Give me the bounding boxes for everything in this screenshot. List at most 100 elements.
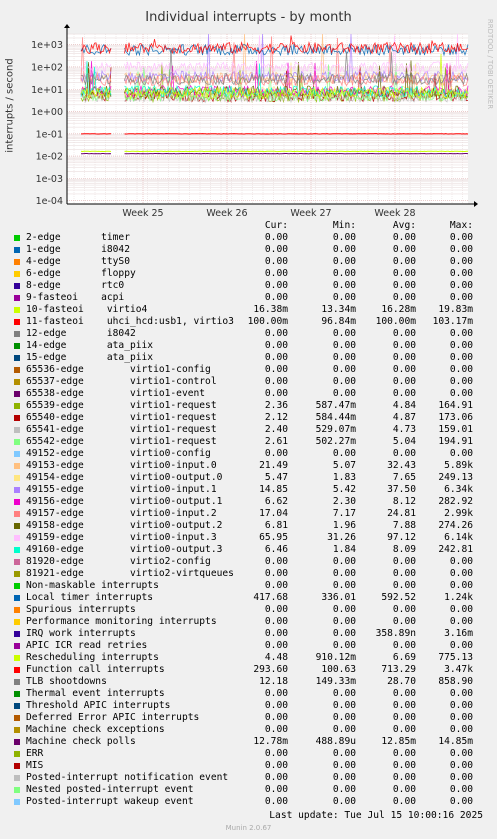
legend-cur-value: 6.46 xyxy=(264,544,288,555)
legend-cur-value: 0.00 xyxy=(264,244,288,255)
legend-row: TLB shootdowns 12.18 149.33m 28.70 858.90 xyxy=(0,676,497,688)
legend-swatch xyxy=(14,487,20,493)
legend-row: Function call interrupts 293.60 100.63 713.… xyxy=(0,664,497,676)
y-tick-label: 1e-04 xyxy=(36,196,63,207)
legend-swatch xyxy=(14,271,20,277)
legend-label: 9-fasteoi acpi xyxy=(26,292,125,303)
legend-swatch xyxy=(14,727,20,733)
legend-row: 8-edge rtc0 0.00 0.00 0.00 0.00 xyxy=(0,280,497,292)
legend-label: Non-maskable interrupts xyxy=(26,580,159,591)
legend-label: 65540-edge virtio1-request xyxy=(26,412,217,423)
legend-cur-value: 0.00 xyxy=(264,256,288,267)
legend-cur-value: 0.00 xyxy=(264,388,288,399)
legend-row: Machine check exceptions 0.00 0.00 0.00 0.00 xyxy=(0,724,497,736)
legend-max-value: 3.47k xyxy=(444,664,473,675)
legend-cur-value: 0.00 xyxy=(264,580,288,591)
legend-label: Machine check polls xyxy=(26,736,136,747)
legend-max-value: 3.16m xyxy=(444,628,473,639)
legend-max-value: 159.01 xyxy=(438,424,473,435)
legend-row: 15-edge ata_piix 0.00 0.00 0.00 0.00 xyxy=(0,352,497,364)
legend-swatch xyxy=(14,463,20,469)
legend-row: 11-fasteoi uhci_hcd:usb1, virtio3 100.00m… xyxy=(0,316,497,328)
legend-swatch xyxy=(14,571,20,577)
y-axis-arrow xyxy=(64,24,70,28)
legend-label: 49158-edge virtio0-output.2 xyxy=(26,520,223,531)
legend-row: Non-maskable interrupts 0.00 0.00 0.00 0.00 xyxy=(0,580,497,592)
legend-header-row: Cur: Min: Avg: Max: xyxy=(0,220,497,232)
legend-row: 65540-edge virtio1-request 2.12 584.44m 4.8… xyxy=(0,412,497,424)
legend-max-value: 249.13 xyxy=(438,472,473,483)
legend-max-value: 0.00 xyxy=(449,232,473,243)
legend-cur-value: 0.00 xyxy=(264,568,288,579)
legend-swatch xyxy=(14,235,20,241)
legend-swatch xyxy=(14,307,20,313)
legend-swatch xyxy=(14,667,20,673)
munin-version: Munin 2.0.67 xyxy=(225,824,272,832)
legend-cur-value: 12.78m xyxy=(253,736,288,747)
legend-cur-value: 6.81 xyxy=(264,520,288,531)
legend-max-value: 0.00 xyxy=(449,796,473,807)
legend-max-value: 0.00 xyxy=(449,376,473,387)
legend-max-value: 194.91 xyxy=(438,436,473,447)
y-tick-label: 1e+00 xyxy=(31,107,63,118)
legend-cur-value: 14.85 xyxy=(259,484,288,495)
last-update: Last update: Tue Jul 15 10:00:16 2025 xyxy=(269,810,483,821)
legend-cur-value: 6.62 xyxy=(264,496,288,507)
legend-label: 81920-edge virtio2-config xyxy=(26,556,211,567)
legend-label: 49152-edge virtio0-config xyxy=(26,448,211,459)
legend-row: Performance monitoring interrupts 0.00 0.0… xyxy=(0,616,497,628)
legend-row: 2-edge timer 0.00 0.00 0.00 0.00 xyxy=(0,232,497,244)
legend-label: 10-fasteoi virtio4 xyxy=(26,304,148,315)
legend-swatch xyxy=(14,283,20,289)
legend-label: 49157-edge virtio0-input.2 xyxy=(26,508,217,519)
legend-cur-value: 0.00 xyxy=(264,232,288,243)
legend-cur-value: 0.00 xyxy=(264,748,288,759)
legend-label: 65538-edge virtio1-event xyxy=(26,388,206,399)
legend-label: 6-edge floppy xyxy=(26,268,136,279)
y-tick-label: 1e-02 xyxy=(36,152,63,163)
legend-cur-value: 4.48 xyxy=(264,652,288,663)
legend-swatch xyxy=(14,775,20,781)
legend-max-value: 0.00 xyxy=(449,616,473,627)
legend-row: 65541-edge virtio1-request 2.40 529.07m 4.7… xyxy=(0,424,497,436)
legend-max-value: 0.00 xyxy=(449,760,473,771)
legend-max-value: 0.00 xyxy=(449,784,473,795)
legend-label: Thermal event interrupts xyxy=(26,688,165,699)
legend-row: 65539-edge virtio1-request 2.36 587.47m 4.8… xyxy=(0,400,497,412)
legend-max-value: 19.83m xyxy=(438,304,473,315)
legend-label: 14-edge ata_piix xyxy=(26,340,154,351)
legend-cur-value: 0.00 xyxy=(264,640,288,651)
legend-swatch xyxy=(14,343,20,349)
legend-swatch xyxy=(14,391,20,397)
legend-swatch xyxy=(14,451,20,457)
legend-row: Threshold APIC interrupts 0.00 0.00 0.00 0.0… xyxy=(0,700,497,712)
y-tick-label: 1e+03 xyxy=(31,40,63,51)
legend-swatch xyxy=(14,643,20,649)
legend-max-value: 0.00 xyxy=(449,340,473,351)
legend-max-value: 164.91 xyxy=(438,400,473,411)
legend-max-value: 0.00 xyxy=(449,580,473,591)
legend-cur-value: 21.49 xyxy=(259,460,288,471)
legend-max-value: 0.00 xyxy=(449,604,473,615)
legend-cur-value: 2.36 xyxy=(264,400,288,411)
legend-cur-value: 0.00 xyxy=(264,556,288,567)
legend-max-value: 0.00 xyxy=(449,256,473,267)
legend-swatch xyxy=(14,751,20,757)
legend-max-value: 0.00 xyxy=(449,292,473,303)
legend-row: 49154-edge virtio0-output.0 5.47 1.83 7.65 2… xyxy=(0,472,497,484)
legend-label: Performance monitoring interrupts xyxy=(26,616,217,627)
legend-swatch xyxy=(14,331,20,337)
legend-row: 49155-edge virtio0-input.1 14.85 5.42 37.50… xyxy=(0,484,497,496)
legend-cur-value: 2.61 xyxy=(264,436,288,447)
legend-label: ERR xyxy=(26,748,44,759)
legend-cur-value: 2.12 xyxy=(264,412,288,423)
legend-label: 65539-edge virtio1-request xyxy=(26,400,217,411)
legend-row: 12-edge i8042 0.00 0.00 0.00 0.00 xyxy=(0,328,497,340)
legend-row: 49158-edge virtio0-output.2 6.81 1.96 7.88 2… xyxy=(0,520,497,532)
legend-cur-value: 0.00 xyxy=(264,448,288,459)
legend-max-value: 0.00 xyxy=(449,568,473,579)
legend-max-value: 775.13 xyxy=(438,652,473,663)
legend-swatch xyxy=(14,559,20,565)
legend-cur-value: 0.00 xyxy=(264,376,288,387)
legend-cur-value: 0.00 xyxy=(264,784,288,795)
